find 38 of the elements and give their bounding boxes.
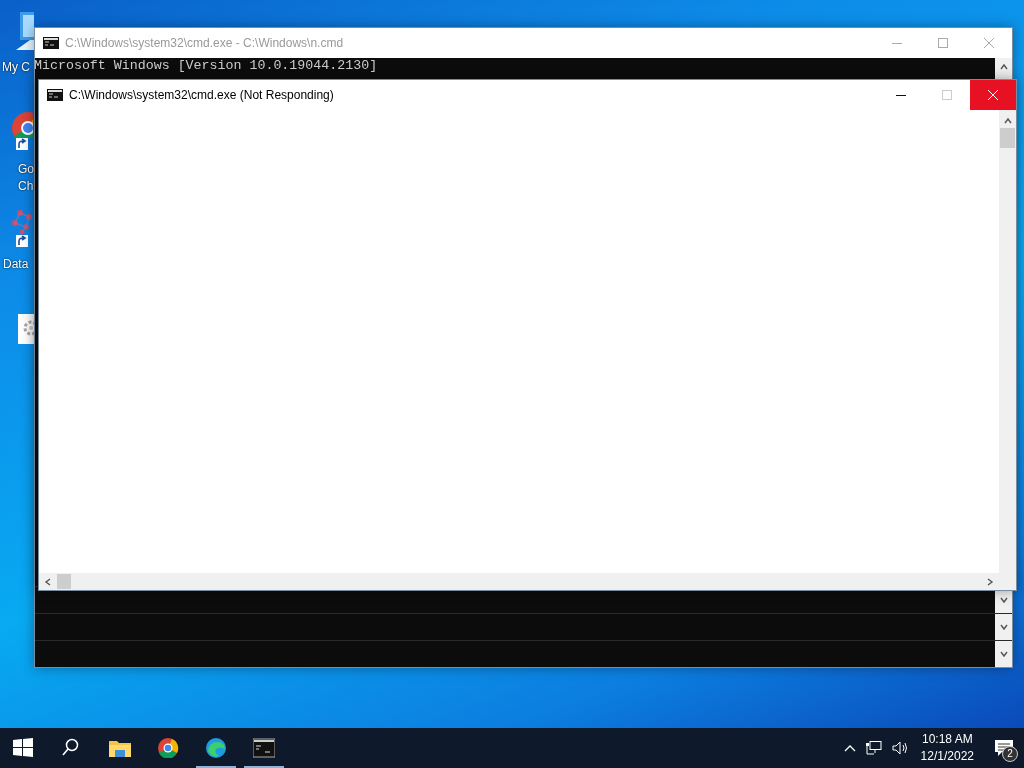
windows-logo-icon[interactable] bbox=[13, 738, 35, 758]
terminal-icon[interactable] bbox=[253, 738, 275, 758]
maximize-icon bbox=[942, 90, 952, 100]
icon-label: Data bbox=[3, 257, 29, 271]
maximize-icon bbox=[938, 38, 948, 48]
scroll-left-icon bbox=[43, 576, 53, 587]
close-icon bbox=[984, 38, 994, 48]
scroll-thumb[interactable] bbox=[57, 574, 71, 589]
console-icon bbox=[43, 37, 59, 49]
folder-icon[interactable] bbox=[109, 738, 131, 758]
scroll-down-icon bbox=[998, 622, 1009, 632]
notification-badge: 2 bbox=[1002, 746, 1018, 762]
close-icon bbox=[988, 90, 998, 100]
scroll-down-icon bbox=[998, 649, 1009, 659]
scrollbar[interactable] bbox=[995, 614, 1012, 640]
icon-label: My C bbox=[2, 60, 30, 74]
browser-wave-icon[interactable] bbox=[205, 738, 227, 758]
network-icon bbox=[865, 741, 882, 755]
gear-icon[interactable] bbox=[18, 314, 34, 344]
vertical-scrollbar[interactable] bbox=[999, 110, 1016, 573]
console-icon bbox=[47, 89, 63, 101]
scrollbar[interactable] bbox=[995, 641, 1012, 667]
scroll-up-icon bbox=[998, 62, 1009, 72]
icon-label: Go bbox=[18, 162, 34, 176]
window-title: C:\Windows\system32\cmd.exe (Not Responding) bbox=[69, 88, 335, 102]
chrome-icon[interactable] bbox=[157, 738, 179, 758]
scrollbar[interactable] bbox=[995, 58, 1012, 80]
icon-label: Ch bbox=[18, 179, 34, 193]
scroll-right-icon bbox=[985, 576, 995, 587]
scroll-down-icon bbox=[998, 595, 1009, 605]
chevron-up-icon bbox=[843, 744, 856, 752]
clock-date[interactable]: 12/1/2022 bbox=[920, 748, 974, 765]
scroll-thumb[interactable] bbox=[1000, 128, 1015, 148]
clock-time[interactable]: 10:18 AM bbox=[921, 731, 973, 748]
scroll-up-icon bbox=[1002, 116, 1013, 126]
horizontal-scrollbar[interactable] bbox=[39, 573, 1016, 590]
speaker-icon bbox=[891, 741, 908, 755]
window-title: C:\Windows\system32\cmd.exe - C:\Windows\n.cmd bbox=[65, 36, 345, 50]
